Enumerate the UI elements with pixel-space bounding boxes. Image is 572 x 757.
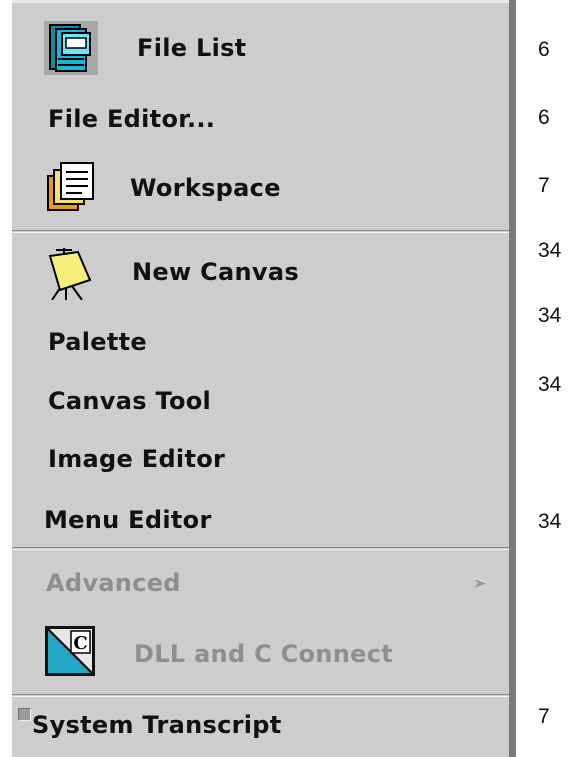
menu-item-label: DLL and C Connect bbox=[134, 640, 393, 668]
menu-item-advanced[interactable]: Advanced bbox=[12, 555, 509, 611]
menu-item-label: Image Editor bbox=[48, 445, 226, 473]
svg-text:C: C bbox=[73, 633, 87, 654]
menu-item-label: New Canvas bbox=[132, 258, 299, 286]
side-number: 34 bbox=[538, 304, 562, 327]
side-number: 34 bbox=[538, 373, 562, 396]
menu-item-label: Menu Editor bbox=[44, 506, 212, 534]
side-number: 6 bbox=[538, 106, 550, 129]
menu-item-label: File Editor... bbox=[48, 105, 216, 133]
menu-item-image-editor[interactable]: Image Editor bbox=[12, 431, 509, 487]
menu-left-edge bbox=[0, 0, 12, 757]
menu-shadow bbox=[509, 0, 516, 757]
menu-item-label: File List bbox=[137, 34, 247, 62]
submenu-arrow-icon bbox=[473, 577, 488, 588]
easel-icon bbox=[48, 248, 92, 300]
menu-separator bbox=[12, 230, 509, 233]
menu-item-menu-editor[interactable]: Menu Editor bbox=[12, 492, 509, 548]
menu-item-dll-c-connect[interactable]: C DLL and C Connect bbox=[12, 626, 509, 682]
menu-top-edge bbox=[12, 0, 509, 3]
side-number: 34 bbox=[538, 239, 562, 262]
menu-separator bbox=[12, 547, 509, 550]
side-number: 7 bbox=[538, 705, 550, 728]
side-number: 34 bbox=[538, 510, 562, 533]
menu-item-system-transcript[interactable]: System Transcript bbox=[12, 697, 509, 753]
menu-item-canvas-tool[interactable]: Canvas Tool bbox=[12, 373, 509, 429]
menu-item-label: Palette bbox=[48, 328, 147, 356]
side-number: 6 bbox=[538, 38, 550, 61]
side-number: 7 bbox=[538, 174, 550, 197]
menu-item-label: Canvas Tool bbox=[48, 387, 212, 415]
workspace-icon bbox=[47, 162, 94, 211]
menu-item-file-list[interactable]: File List bbox=[12, 20, 509, 76]
menu-item-label: System Transcript bbox=[32, 711, 282, 739]
menu-item-label: Workspace bbox=[130, 174, 281, 202]
menu-item-file-editor[interactable]: File Editor... bbox=[12, 91, 509, 147]
menu-item-label: Advanced bbox=[46, 569, 181, 597]
menu-item-palette[interactable]: Palette bbox=[12, 314, 509, 370]
menu-item-workspace[interactable]: Workspace bbox=[12, 160, 509, 216]
c-connect-icon: C bbox=[45, 626, 95, 676]
menu-item-new-canvas[interactable]: New Canvas bbox=[12, 244, 509, 300]
file-list-icon bbox=[44, 21, 98, 75]
